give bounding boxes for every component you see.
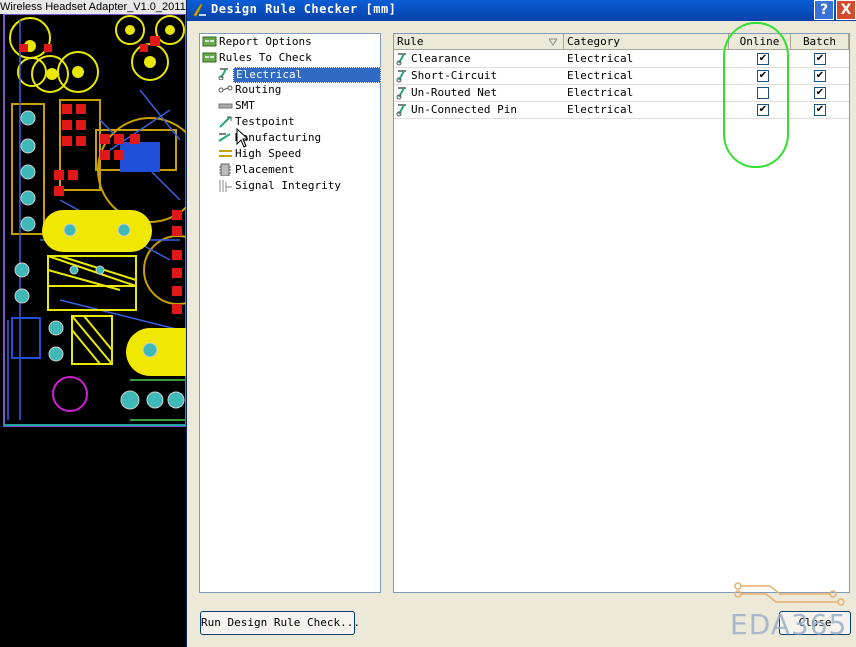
category-cell: Electrical bbox=[567, 69, 634, 82]
table-row[interactable]: Un-Connected Pin Electrical ✔ ✔ bbox=[394, 102, 849, 119]
rules-tree-panel[interactable]: Report Options Rules To Check Electrical Ro… bbox=[199, 33, 381, 593]
category-cell: Electrical bbox=[567, 52, 634, 65]
dialog-title: Design Rule Checker [mm] bbox=[211, 2, 397, 16]
help-button[interactable]: ? bbox=[814, 0, 834, 20]
table-row[interactable]: Short-Circuit Electrical ✔ ✔ bbox=[394, 68, 849, 85]
tree-item-report-options[interactable]: Report Options bbox=[202, 35, 378, 49]
run-design-rule-check-button[interactable]: Run Design Rule Check... bbox=[200, 611, 360, 635]
tree-item-label: Report Options bbox=[219, 35, 312, 48]
close-button-label: Close bbox=[798, 616, 832, 629]
tree-item-placement[interactable]: Placement bbox=[218, 163, 378, 177]
close-button[interactable]: Close bbox=[779, 611, 851, 635]
tree-item-smt[interactable]: SMT bbox=[218, 99, 378, 113]
tree-item-testpoint[interactable]: Testpoint bbox=[218, 115, 378, 129]
tree-item-label: SMT bbox=[235, 99, 255, 112]
electrical-icon bbox=[218, 68, 228, 80]
category-cell: Electrical bbox=[567, 86, 634, 99]
run-button-label: Run Design Rule Check... bbox=[201, 616, 360, 629]
design-rule-checker-dialog: Design Rule Checker [mm] ? X Report Opti… bbox=[186, 0, 856, 647]
rule-name-cell: Clearance bbox=[411, 52, 471, 65]
online-checkbox[interactable]: ✔ bbox=[757, 70, 769, 82]
rule-electrical-icon bbox=[396, 70, 406, 83]
column-header-batch-label: Batch bbox=[802, 35, 837, 48]
close-icon: X bbox=[840, 2, 852, 18]
rule-name-cell: Un-Connected Pin bbox=[411, 103, 517, 116]
rule-electrical-icon bbox=[396, 104, 406, 117]
smt-icon bbox=[218, 103, 233, 109]
column-header-rule-label: Rule bbox=[397, 35, 424, 48]
mouse-cursor-icon bbox=[236, 128, 248, 148]
batch-checkbox[interactable]: ✔ bbox=[814, 53, 826, 65]
tree-item-signal-integrity[interactable]: Signal Integrity bbox=[218, 179, 378, 193]
column-header-rule[interactable]: Rule bbox=[394, 34, 564, 50]
sort-arrow-icon bbox=[549, 38, 557, 46]
drc-app-icon bbox=[193, 3, 206, 17]
batch-checkbox[interactable]: ✔ bbox=[814, 104, 826, 116]
high-speed-icon bbox=[219, 150, 232, 157]
title-close-button[interactable]: X bbox=[836, 0, 856, 20]
column-header-category[interactable]: Category bbox=[564, 34, 729, 50]
tree-item-high-speed[interactable]: High Speed bbox=[218, 147, 378, 161]
help-icon: ? bbox=[819, 2, 829, 18]
tree-item-label: Testpoint bbox=[235, 115, 295, 128]
signal-integrity-icon bbox=[219, 180, 232, 192]
rule-name-cell: Short-Circuit bbox=[411, 69, 498, 82]
dialog-titlebar[interactable]: Design Rule Checker [mm] ? X bbox=[187, 0, 856, 21]
rule-electrical-icon bbox=[396, 87, 406, 100]
batch-checkbox[interactable]: ✔ bbox=[814, 87, 826, 99]
rules-to-check-icon bbox=[202, 52, 217, 63]
online-checkbox[interactable]: ✔ bbox=[757, 53, 769, 65]
routing-icon bbox=[218, 85, 233, 93]
pcb-window-title: Wireless Headset Adapter_V1.0_20111 bbox=[0, 0, 186, 14]
rule-electrical-icon bbox=[396, 53, 406, 66]
batch-checkbox[interactable]: ✔ bbox=[814, 70, 826, 82]
column-header-online[interactable]: Online bbox=[729, 34, 791, 50]
category-cell: Electrical bbox=[567, 103, 634, 116]
tree-item-label: Rules To Check bbox=[219, 51, 312, 64]
tree-item-label: Electrical bbox=[233, 67, 381, 83]
tree-item-label: Placement bbox=[235, 163, 295, 176]
pcb-layout-view[interactable]: Wireless Headset Adapter_V1.0_20111 bbox=[0, 0, 186, 647]
tree-item-routing[interactable]: Routing bbox=[218, 83, 378, 97]
pcb-board-graphic bbox=[3, 14, 186, 427]
tree-item-label: Routing bbox=[235, 83, 282, 96]
column-header-category-label: Category bbox=[567, 35, 620, 48]
tree-item-electrical[interactable]: Electrical bbox=[218, 67, 381, 83]
table-row[interactable]: Un-Routed Net Electrical ✔ bbox=[394, 85, 849, 102]
column-header-batch[interactable]: Batch bbox=[791, 34, 849, 50]
rule-name-cell: Un-Routed Net bbox=[411, 86, 498, 99]
testpoint-icon bbox=[219, 116, 232, 128]
online-checkbox[interactable] bbox=[757, 87, 769, 99]
placement-icon bbox=[219, 163, 231, 176]
online-checkbox[interactable]: ✔ bbox=[757, 104, 769, 116]
tree-item-label: High Speed bbox=[235, 147, 302, 160]
table-row[interactable]: Clearance Electrical ✔ ✔ bbox=[394, 51, 849, 68]
report-options-icon bbox=[202, 36, 217, 47]
tree-item-rules-to-check[interactable]: Rules To Check bbox=[202, 51, 378, 65]
rules-table[interactable]: Rule Category Online Batch Clearance Elec… bbox=[393, 33, 850, 593]
column-header-online-label: Online bbox=[739, 35, 780, 48]
table-header: Rule Category Online Batch bbox=[394, 34, 849, 50]
tree-item-label: Signal Integrity bbox=[235, 179, 341, 192]
manufacturing-icon bbox=[218, 133, 231, 142]
